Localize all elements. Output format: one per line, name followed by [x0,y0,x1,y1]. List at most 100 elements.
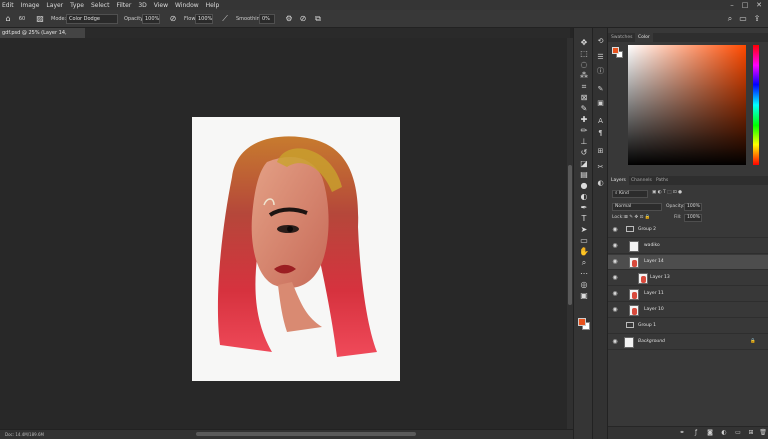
history-brush-tool[interactable]: ↺ [578,148,590,158]
add-mask-icon[interactable]: ◙ [706,429,714,437]
search-icon[interactable]: ⌕ [725,14,735,24]
zoom-tool[interactable]: ⌕ [578,258,590,268]
visibility-eye-icon[interactable]: ◉ [611,226,619,233]
tab-swatches[interactable]: Swatches [608,33,636,42]
visibility-eye-icon[interactable]: ◉ [611,274,619,281]
visibility-eye-icon[interactable]: ◉ [611,338,619,345]
adjustments-panel-icon[interactable]: ◐ [595,178,606,188]
menu-edit[interactable]: Edit [2,2,14,9]
edit-toolbar[interactable]: ⋯ [578,269,590,279]
canvas-area[interactable] [0,38,567,429]
quick-mask[interactable]: ◎ [578,280,590,290]
history-panel-icon[interactable]: ⟲ [595,36,606,46]
eyedropper-tool[interactable]: ✎ [578,104,590,114]
document-tab[interactable]: gdf.psd @ 25% (Layer 14, RGB/8) * × [0,28,85,46]
hue-slider[interactable] [753,45,759,165]
document-canvas[interactable] [192,117,400,381]
path-select-tool[interactable]: ➤ [578,225,590,235]
document-info[interactable]: Doc: 14.4M/189.6M [5,432,44,437]
clone-stamp-tool[interactable]: ⊥ [578,137,590,147]
crop-tool[interactable]: ⌗ [578,82,590,92]
shape-tool[interactable]: ▭ [578,236,590,246]
toolbar-foreground-color[interactable] [578,318,586,326]
menu-3d[interactable]: 3D [138,2,146,9]
marquee-tool[interactable]: ⬚ [578,49,590,59]
lasso-tool[interactable]: ◌ [578,60,590,70]
tab-channels[interactable]: Channels [628,176,655,185]
info-panel-icon[interactable]: ⓘ [595,66,606,76]
layer-opacity-field[interactable]: 100% [684,203,702,211]
brush-tool[interactable]: ✏ [578,126,590,136]
menu-view[interactable]: View [154,2,168,9]
layer-row[interactable]: ◉ wadiko [608,239,768,254]
blend-mode-select[interactable]: Normal [612,203,662,211]
visibility-eye-icon[interactable]: ◉ [611,290,619,297]
canvas-vertical-scroll-thumb[interactable] [568,165,572,305]
menu-select[interactable]: Select [91,2,110,9]
maximize-button[interactable]: □ [739,0,751,10]
blur-tool[interactable]: ● [578,181,590,191]
pressure-opacity-icon[interactable]: ⊘ [168,14,178,24]
adjustment-layer-icon[interactable]: ◐ [720,429,728,437]
flow-field[interactable]: 100% [195,14,213,24]
healing-tool[interactable]: ✚ [578,115,590,125]
symmetry-icon[interactable]: ⧉ [313,14,323,24]
brush-preset-picker[interactable]: 60 [17,14,27,24]
layer-group-row[interactable]: Group 1 [608,319,768,334]
move-tool[interactable]: ✥ [578,38,590,48]
layer-row[interactable]: ◉ Background 🔒 [608,335,768,350]
delete-layer-icon[interactable]: 🗑 [759,429,767,437]
brush-settings-panel-icon[interactable]: ✎ [595,84,606,94]
smoothing-field[interactable]: 0% [259,14,275,24]
tab-layers[interactable]: Layers [608,176,629,185]
layer-row[interactable]: ◉ Layer 10 [608,303,768,318]
type-tool[interactable]: T [578,214,590,224]
layer-row[interactable]: ◉ Layer 11 [608,287,768,302]
clone-source-panel-icon[interactable]: ▣ [595,98,606,108]
visibility-eye-icon[interactable]: ◉ [611,242,619,249]
frame-tool[interactable]: ⊠ [578,93,590,103]
paragraph-panel-icon[interactable]: ¶ [595,128,606,138]
layer-row[interactable]: ◉ Layer 14 [608,255,768,270]
canvas-horizontal-scroll-thumb[interactable] [196,432,416,436]
close-window-button[interactable]: ✕ [753,0,765,10]
layer-filter-kind[interactable]: ⌕ Kind [612,190,648,198]
layer-group-row[interactable]: ◉ Group 2 [608,223,768,238]
menu-image[interactable]: Image [21,2,40,9]
dodge-tool[interactable]: ◐ [578,192,590,202]
eraser-tool[interactable]: ◪ [578,159,590,169]
new-group-icon[interactable]: ▭ [734,429,742,437]
visibility-eye-icon[interactable]: ◉ [611,306,619,313]
character-panel-icon[interactable]: A [595,116,606,126]
pressure-size-icon[interactable]: ⊘ [298,14,308,24]
menu-window[interactable]: Window [175,2,199,9]
foreground-color-swatch[interactable] [612,47,619,54]
properties-panel-icon[interactable]: ☰ [595,52,606,62]
menu-help[interactable]: Help [206,2,220,9]
airbrush-icon[interactable]: ⟋ [220,14,230,24]
tab-color[interactable]: Color [635,33,653,42]
tools-presets-panel-icon[interactable]: ✂ [595,162,606,172]
pen-tool[interactable]: ✒ [578,203,590,213]
tab-paths[interactable]: Paths [653,176,671,185]
minimize-button[interactable]: – [726,0,738,10]
menu-type[interactable]: Type [70,2,84,9]
layer-style-icon[interactable]: ƒ [692,429,700,437]
smoothing-settings-gear-icon[interactable]: ⚙ [284,14,294,24]
gradient-tool[interactable]: ▤ [578,170,590,180]
share-icon[interactable]: ⇪ [752,14,762,24]
mode-select[interactable]: Color Dodge [66,14,118,24]
link-layers-icon[interactable]: ⚭ [678,429,686,437]
hand-tool[interactable]: ✋ [578,247,590,257]
color-picker-field[interactable] [628,45,746,165]
glyphs-panel-icon[interactable]: ⊞ [595,146,606,156]
home-icon[interactable]: ⌂ [3,14,13,24]
opacity-field[interactable]: 100% [142,14,160,24]
lock-icons[interactable]: ⊠ ✎ ✥ ⊡ 🔒 [624,215,650,220]
menu-layer[interactable]: Layer [46,2,63,9]
layer-row[interactable]: ◉ Layer 13 [608,271,768,286]
quick-select-tool[interactable]: ⁂ [578,71,590,81]
new-layer-icon[interactable]: ⊞ [747,429,755,437]
menu-filter[interactable]: Filter [116,2,131,9]
layer-filter-icons[interactable]: ▣ ◐ T ⬚ ⊡ ● [652,190,682,195]
